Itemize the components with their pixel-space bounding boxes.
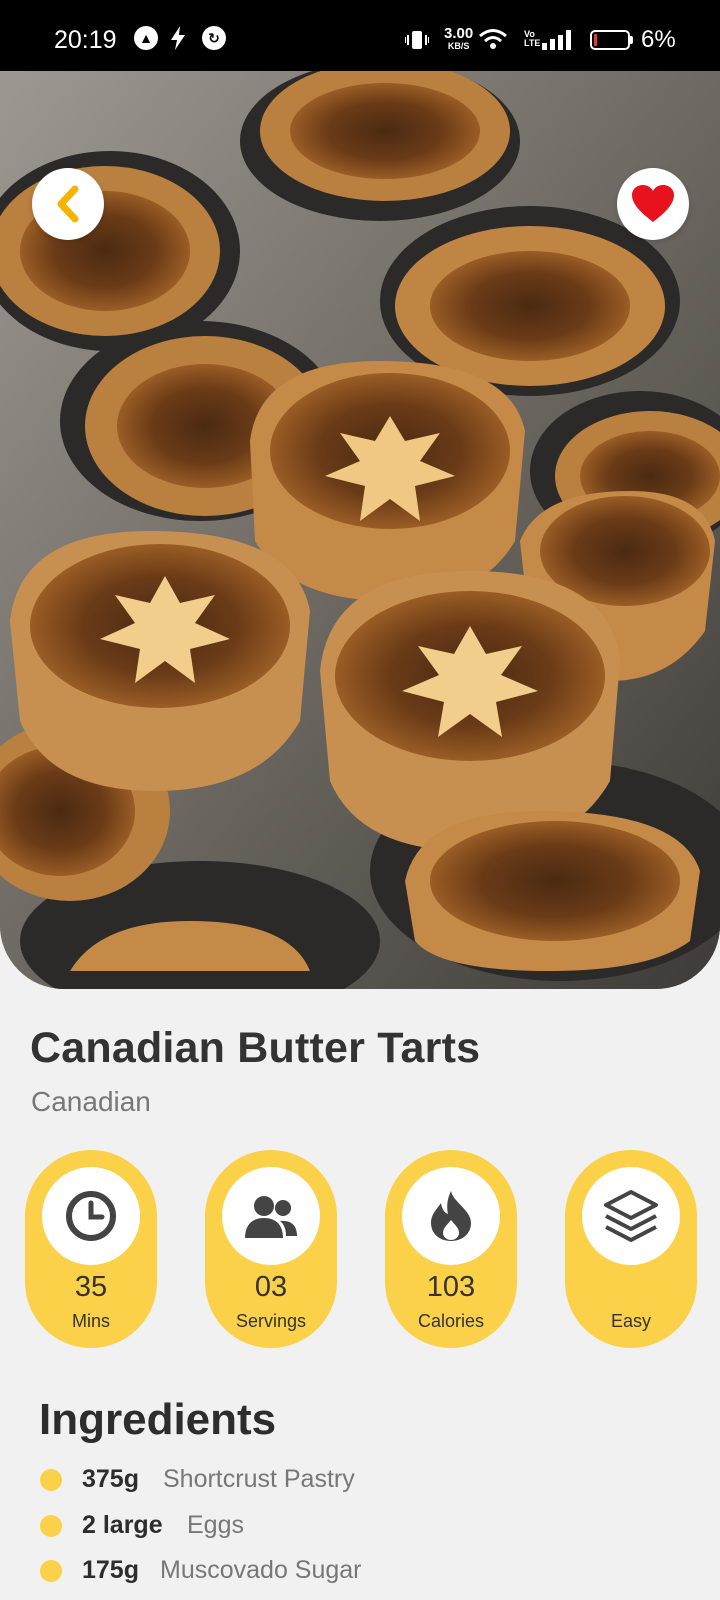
- bullet-dot: [40, 1560, 62, 1582]
- volte-indicator: Vo LTE: [524, 29, 541, 48]
- ingredient-item: 2 large Eggs: [0, 1506, 720, 1546]
- app-a-icon: ▲: [134, 26, 158, 50]
- wifi-icon: [478, 28, 508, 50]
- butter-tarts-photo: [0, 71, 720, 989]
- ingredient-name: Muscovado Sugar: [160, 1556, 362, 1584]
- ingredient-quantity: 175g: [82, 1556, 139, 1584]
- ingredient-name: Shortcrust Pastry: [163, 1465, 355, 1493]
- recipe-hero-image: [0, 71, 720, 989]
- clock-icon: [42, 1167, 140, 1265]
- back-button[interactable]: [32, 168, 104, 240]
- recipe-cuisine: Canadian: [31, 1086, 151, 1117]
- stat-calories-value: 103: [426, 1271, 476, 1303]
- status-time: 20:19: [54, 26, 117, 54]
- signal-icon: [542, 30, 572, 50]
- ingredient-name: Eggs: [187, 1511, 244, 1539]
- chevron-left-icon: [57, 185, 79, 223]
- layers-icon: [582, 1167, 680, 1265]
- ingredient-quantity: 375g: [82, 1465, 139, 1493]
- recipe-title: Canadian Butter Tarts: [30, 1024, 481, 1072]
- network-speed-value: 3.00: [444, 25, 474, 42]
- status-bar: 20:19 ▲ ↻ 3.00 KB/S Vo LTE 6%: [0, 0, 720, 71]
- stat-servings-value: 03: [254, 1271, 288, 1303]
- stat-difficulty-label: Easy: [610, 1311, 652, 1331]
- favorite-button[interactable]: [617, 168, 689, 240]
- battery-cap: [630, 36, 633, 44]
- bullet-dot: [40, 1515, 62, 1537]
- heart-icon: [632, 185, 674, 222]
- battery-icon: [590, 30, 630, 50]
- stat-time-label: Mins: [71, 1311, 110, 1331]
- battery-percent: 6%: [641, 26, 676, 53]
- flame-icon: [402, 1167, 500, 1265]
- ingredient-item: 375g Shortcrust Pastry: [0, 1460, 720, 1500]
- bullet-dot: [40, 1469, 62, 1491]
- stat-time-value: 35: [74, 1271, 108, 1303]
- stat-servings-label: Servings: [235, 1311, 307, 1331]
- stat-calories-label: Calories: [417, 1311, 485, 1331]
- network-speed-unit: KB/S: [447, 41, 470, 51]
- charging-bolt-icon: [170, 26, 186, 50]
- sync-icon: ↻: [202, 26, 226, 50]
- vibrate-icon: [405, 30, 429, 50]
- ingredient-quantity: 2 large: [82, 1511, 163, 1539]
- ingredient-item: 175g Muscovado Sugar: [0, 1551, 720, 1591]
- people-icon: [222, 1167, 320, 1265]
- ingredients-heading: Ingredients: [39, 1395, 277, 1444]
- network-speed: 3.00 KB/S: [444, 26, 473, 51]
